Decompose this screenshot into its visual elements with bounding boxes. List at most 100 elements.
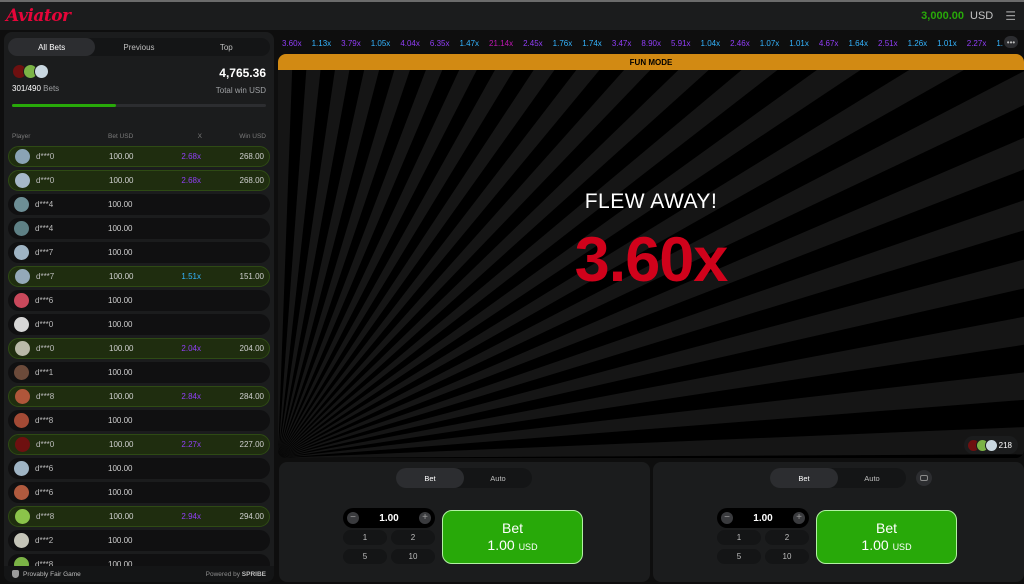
plus-button[interactable]: + (793, 512, 805, 524)
player-cell: d***0 (15, 173, 109, 188)
history-multiplier[interactable]: 1.04x (701, 39, 721, 48)
history-multiplier[interactable]: 1.64x (848, 39, 868, 48)
avatar (15, 269, 30, 284)
remove-panel-button[interactable] (916, 470, 932, 486)
avatar (15, 173, 30, 188)
player-cell: d***7 (15, 269, 109, 284)
bet-mode-tabs: Bet Auto (770, 468, 906, 488)
history-multiplier[interactable]: 1.13x (312, 39, 332, 48)
quick-amount-button[interactable]: 5 (343, 549, 387, 564)
table-row: d***8 100.00 2.84x 284.00 (8, 386, 270, 407)
history-multiplier[interactable]: 21.14x (489, 39, 513, 48)
history-multiplier[interactable]: 5.91x (671, 39, 691, 48)
avatar (14, 245, 29, 260)
history-multiplier[interactable]: 1.01x (937, 39, 957, 48)
history-multiplier[interactable]: 1.05x (371, 39, 391, 48)
multiplier-cell: 2.68x (181, 176, 201, 185)
bet-mode-tabs: Bet Auto (396, 468, 532, 488)
bet-panel-2: Bet Auto − 1.00 + 1 2 5 10 Bet 1.00 USD (653, 462, 1024, 582)
history-multiplier[interactable]: 1.01x (789, 39, 809, 48)
sidebar-footer: Provably Fair Game Powered by SPRIBE (4, 566, 274, 582)
tab-bet[interactable]: Bet (396, 468, 464, 488)
history-multiplier[interactable]: 2.27x (967, 39, 987, 48)
history-multiplier[interactable]: 3.60x (282, 39, 302, 48)
avatar (14, 221, 29, 236)
bets-sidebar: All Bets Previous Top 301/490 Bets 4,765… (4, 32, 274, 582)
history-multiplier[interactable]: 8.90x (641, 39, 661, 48)
tab-previous[interactable]: Previous (95, 38, 182, 56)
history-multiplier[interactable]: 3.47x (612, 39, 632, 48)
history-multiplier[interactable]: 2.45x (523, 39, 543, 48)
bet-button[interactable]: Bet 1.00 USD (816, 510, 957, 564)
table-row: d***7 100.00 1.51x 151.00 (8, 266, 270, 287)
history-multiplier[interactable]: 1.74x (582, 39, 602, 48)
bet-cell: 100.00 (108, 200, 133, 209)
history-multiplier[interactable]: 1.07x (760, 39, 780, 48)
avatar-group (966, 438, 998, 452)
powered-by-label: Powered by (205, 570, 240, 578)
player-name: d***0 (36, 344, 55, 353)
bet-button[interactable]: Bet 1.00 USD (442, 510, 583, 564)
bets-tabs: All Bets Previous Top (8, 38, 270, 56)
bet-amount-input[interactable]: 1.00 (379, 513, 398, 524)
tab-all-bets[interactable]: All Bets (8, 38, 96, 56)
bet-cell: 100.00 (109, 272, 134, 281)
quick-amount-button[interactable]: 10 (391, 549, 435, 564)
quick-amounts: 1 2 5 10 (343, 530, 435, 564)
bet-amount-input[interactable]: 1.00 (753, 513, 772, 524)
tab-auto[interactable]: Auto (838, 468, 906, 488)
minus-button[interactable]: − (721, 512, 733, 524)
avatar (14, 317, 29, 332)
quick-amount-button[interactable]: 5 (717, 549, 761, 564)
history-multiplier[interactable]: 6.35x (430, 39, 450, 48)
aviator-logo[interactable]: Aviator (6, 6, 71, 26)
table-row: d***7 100.00 (8, 242, 270, 263)
table-row: d***4 100.00 (8, 218, 270, 239)
bets-count-label: Bets (43, 84, 60, 93)
tab-bet[interactable]: Bet (770, 468, 838, 488)
quick-amount-button[interactable]: 1 (343, 530, 387, 545)
quick-amount-button[interactable]: 2 (765, 530, 809, 545)
player-name: d***6 (35, 488, 54, 497)
minus-button[interactable]: − (347, 512, 359, 524)
avatar (14, 533, 29, 548)
quick-amount-button[interactable]: 1 (717, 530, 761, 545)
table-row: d***6 100.00 (8, 290, 270, 311)
quick-amount-button[interactable]: 2 (391, 530, 435, 545)
history-more-button[interactable]: ••• (1004, 36, 1018, 48)
tab-auto[interactable]: Auto (464, 468, 532, 488)
avatar (34, 64, 49, 79)
tab-top[interactable]: Top (183, 38, 270, 56)
history-multiplier[interactable]: 2.51x (878, 39, 898, 48)
provably-fair-link[interactable]: Provably Fair Game (12, 570, 81, 578)
player-name: d***4 (35, 200, 54, 209)
multiplier-cell: 2.04x (181, 344, 201, 353)
history-multiplier[interactable]: 1.26x (908, 39, 928, 48)
online-players: 218 (963, 436, 1018, 454)
table-row: d***0 100.00 (8, 314, 270, 335)
avatar (14, 293, 29, 308)
history-multiplier[interactable]: 4.04x (400, 39, 420, 48)
history-multiplier[interactable]: 3.79x (341, 39, 361, 48)
bet-cell: 100.00 (109, 392, 134, 401)
avatar (14, 365, 29, 380)
history-multiplier[interactable]: 1.47x (459, 39, 479, 48)
player-cell: d***7 (14, 245, 108, 260)
history-multiplier[interactable]: 2.46x (730, 39, 750, 48)
bet-cell: 100.00 (109, 152, 134, 161)
bet-cell: 100.00 (108, 488, 133, 497)
player-cell: d***0 (15, 341, 109, 356)
history-multiplier[interactable]: 1.76x (553, 39, 573, 48)
history-multiplier[interactable]: 1. (996, 39, 1003, 48)
bet-button-label: Bet (501, 520, 523, 536)
hamburger-icon[interactable]: ☰ (1005, 9, 1016, 23)
history-multiplier[interactable]: 4.67x (819, 39, 839, 48)
table-row: d***0 100.00 2.04x 204.00 (8, 338, 270, 359)
quick-amount-button[interactable]: 10 (765, 549, 809, 564)
plus-button[interactable]: + (419, 512, 431, 524)
multiplier-cell: 2.84x (181, 392, 201, 401)
col-player: Player (12, 132, 31, 140)
col-win: Win USD (239, 132, 266, 140)
quick-amounts: 1 2 5 10 (717, 530, 809, 564)
bet-amount-stepper: − 1.00 + (343, 508, 435, 528)
